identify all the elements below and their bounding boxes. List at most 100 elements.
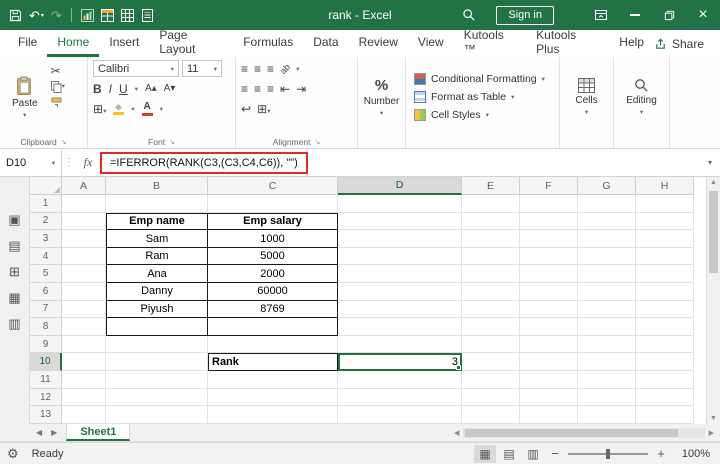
undo-button[interactable]: ↶▾ — [29, 0, 44, 30]
cell-H10[interactable] — [636, 353, 694, 371]
cell-G10[interactable] — [578, 353, 636, 371]
cell-D7[interactable] — [338, 301, 462, 319]
print-area-icon[interactable]: ⊞ — [9, 265, 20, 278]
italic-button[interactable]: I — [109, 82, 112, 96]
cell-B12[interactable] — [106, 389, 208, 407]
cell-E5[interactable] — [462, 265, 520, 283]
underline-button[interactable]: U — [119, 82, 128, 96]
cell-E12[interactable] — [462, 389, 520, 407]
tab-review[interactable]: Review — [349, 30, 408, 57]
tab-kutools-plus[interactable]: Kutools Plus — [526, 30, 609, 57]
zoom-in-button[interactable]: + — [652, 446, 670, 461]
cell-C3[interactable]: 1000 — [208, 230, 338, 248]
cell-styles-button[interactable]: Cell Styles ▾ — [414, 109, 554, 121]
tab-help[interactable]: Help — [609, 30, 654, 57]
align-right-button[interactable]: ≡ — [267, 82, 274, 96]
cell-A2[interactable] — [62, 213, 106, 231]
cell-D2[interactable] — [338, 213, 462, 231]
align-center-button[interactable]: ≡ — [254, 82, 261, 96]
cell-G4[interactable] — [578, 248, 636, 266]
cell-E9[interactable] — [462, 336, 520, 354]
search-button[interactable] — [452, 0, 486, 30]
cell-A7[interactable] — [62, 301, 106, 319]
cell-H13[interactable] — [636, 406, 694, 424]
tab-insert[interactable]: Insert — [99, 30, 149, 57]
scroll-left-icon[interactable]: ◀ — [454, 429, 459, 437]
settings-gear-icon[interactable]: ⚙ — [7, 446, 19, 462]
bold-button[interactable]: B — [93, 82, 102, 96]
fill-handle[interactable] — [456, 365, 461, 370]
cell-C12[interactable] — [208, 389, 338, 407]
format-as-table-button[interactable]: Format as Table ▾ — [414, 91, 554, 103]
borders-button[interactable]: ⊞▾ — [93, 102, 106, 116]
cell-F9[interactable] — [520, 336, 578, 354]
column-header-F[interactable]: F — [520, 177, 578, 195]
column-header-G[interactable]: G — [578, 177, 636, 195]
number-group-button[interactable]: % Number ▾ — [363, 60, 400, 134]
vertical-scrollbar-thumb[interactable] — [709, 191, 718, 273]
row-header-12[interactable]: 12 — [30, 389, 62, 407]
cell-B4[interactable]: Ram — [106, 248, 208, 266]
cell-F4[interactable] — [520, 248, 578, 266]
row-header-7[interactable]: 7 — [30, 301, 62, 319]
cell-D12[interactable] — [338, 389, 462, 407]
decrease-font-button[interactable]: A▾ — [164, 83, 176, 94]
font-size-select[interactable]: 11▾ — [182, 60, 222, 77]
bottom-align-button[interactable]: ≡ — [267, 62, 274, 76]
increase-indent-button[interactable]: ⇥ — [296, 82, 306, 96]
restore-button[interactable] — [652, 0, 686, 30]
cell-C1[interactable] — [208, 195, 338, 213]
next-sheet-button[interactable]: ▶ — [51, 428, 57, 437]
cell-C13[interactable] — [208, 406, 338, 424]
tab-file[interactable]: File — [8, 30, 47, 57]
cell-A4[interactable] — [62, 248, 106, 266]
page-layout-view-button[interactable]: ▤ — [498, 445, 520, 463]
align-left-button[interactable]: ≡ — [241, 82, 248, 96]
increase-font-button[interactable]: A▴ — [145, 83, 157, 94]
cell-B8[interactable] — [106, 318, 208, 336]
bar-chart-icon[interactable] — [81, 0, 94, 30]
cell-F2[interactable] — [520, 213, 578, 231]
redo-button[interactable]: ↷ — [51, 0, 62, 30]
cell-G6[interactable] — [578, 283, 636, 301]
cell-C7[interactable]: 8769 — [208, 301, 338, 319]
save-button[interactable] — [9, 0, 22, 30]
cell-D3[interactable] — [338, 230, 462, 248]
top-align-button[interactable]: ≡ — [241, 62, 248, 76]
close-button[interactable]: × — [686, 0, 720, 30]
cell-B11[interactable] — [106, 371, 208, 389]
share-button[interactable]: Share — [654, 30, 720, 57]
alignment-dialog-launcher[interactable]: ↘ — [314, 138, 320, 146]
horizontal-scrollbar-thumb[interactable] — [465, 429, 677, 437]
tab-view[interactable]: View — [408, 30, 454, 57]
cell-H2[interactable] — [636, 213, 694, 231]
vertical-scrollbar[interactable]: ▲ ▼ — [706, 177, 720, 424]
cell-G2[interactable] — [578, 213, 636, 231]
cell-A11[interactable] — [62, 371, 106, 389]
underline-chevron-icon[interactable]: ▾ — [135, 85, 138, 93]
cell-F7[interactable] — [520, 301, 578, 319]
select-all-button[interactable]: ◢ — [30, 177, 62, 195]
cell-E2[interactable] — [462, 213, 520, 231]
row-header-6[interactable]: 6 — [30, 283, 62, 301]
cell-E8[interactable] — [462, 318, 520, 336]
format-painter-button[interactable] — [51, 97, 65, 109]
tab-home[interactable]: Home — [47, 30, 99, 57]
row-header-5[interactable]: 5 — [30, 265, 62, 283]
cell-C9[interactable] — [208, 336, 338, 354]
cell-A13[interactable] — [62, 406, 106, 424]
orientation-button[interactable]: ab — [278, 61, 292, 75]
cell-E13[interactable] — [462, 406, 520, 424]
zoom-slider-thumb[interactable] — [606, 449, 610, 459]
cell-H7[interactable] — [636, 301, 694, 319]
row-header-2[interactable]: 2 — [30, 213, 62, 231]
font-color-button[interactable]: A — [142, 102, 153, 116]
paste-button[interactable]: Paste ▾ — [5, 60, 45, 134]
cell-F1[interactable] — [520, 195, 578, 213]
previous-sheet-button[interactable]: ◀ — [36, 428, 42, 437]
cell-D6[interactable] — [338, 283, 462, 301]
cell-A9[interactable] — [62, 336, 106, 354]
cell-C2[interactable]: Emp salary — [208, 213, 338, 231]
cell-F5[interactable] — [520, 265, 578, 283]
column-header-H[interactable]: H — [636, 177, 694, 195]
